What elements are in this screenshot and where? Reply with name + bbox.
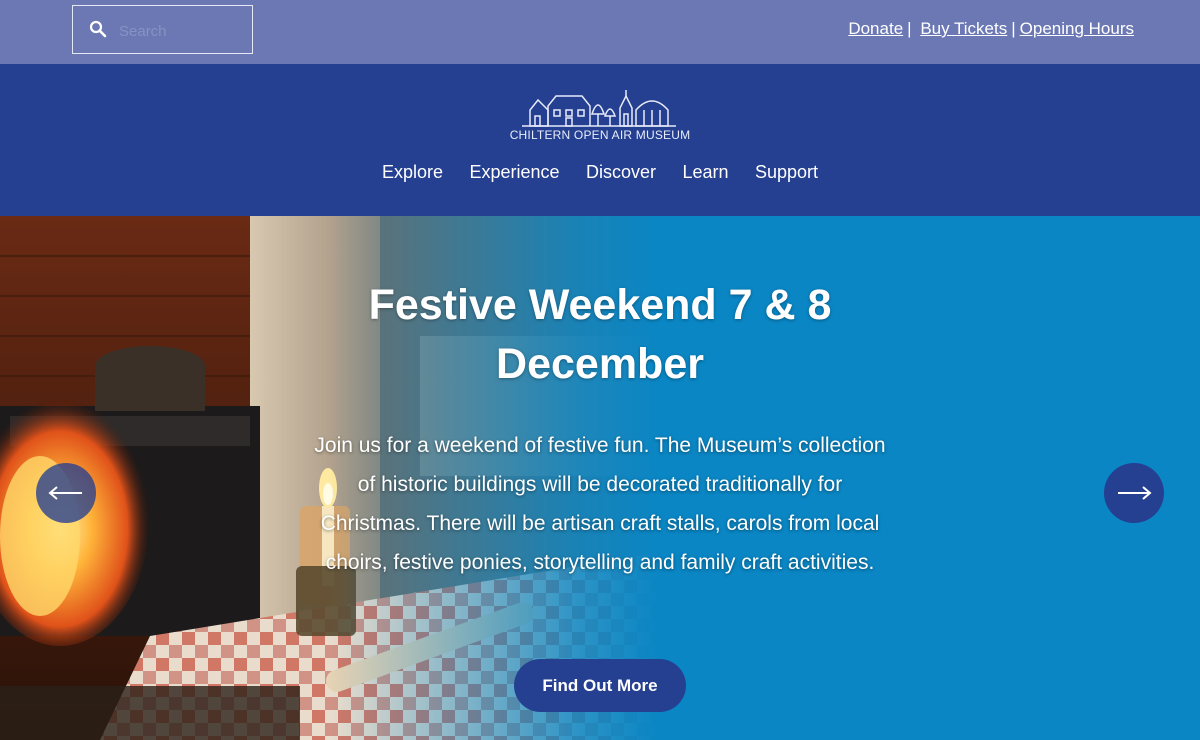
hero-description: Join us for a weekend of festive fun. Th…: [314, 434, 886, 574]
utility-links: Donate | Buy Tickets | Opening Hours: [848, 19, 1134, 41]
slider-next-button[interactable]: [1104, 463, 1164, 523]
link-separator: |: [1011, 19, 1016, 38]
site-header: CHILTERN OPEN AIR MUSEUM Explore Experie…: [0, 64, 1200, 216]
nav-experience[interactable]: Experience: [469, 162, 559, 183]
slider-prev-button[interactable]: [36, 463, 96, 523]
search-input[interactable]: [117, 17, 251, 45]
hero-content: Festive Weekend 7 & 8 December Join us f…: [300, 276, 900, 582]
hero-slider: Festive Weekend 7 & 8 December Join us f…: [0, 216, 1200, 740]
logo-text: CHILTERN OPEN AIR MUSEUM: [509, 128, 691, 142]
search-box[interactable]: [72, 5, 253, 54]
arrow-left-icon: [48, 486, 82, 500]
main-nav: Explore Experience Discover Learn Suppor…: [0, 162, 1200, 183]
nav-learn[interactable]: Learn: [682, 162, 728, 183]
arrow-right-icon: [1118, 486, 1152, 500]
buy-tickets-link[interactable]: Buy Tickets: [920, 19, 1007, 38]
search-icon[interactable]: [89, 20, 107, 38]
nav-support[interactable]: Support: [755, 162, 818, 183]
hero-title: Festive Weekend 7 & 8 December: [368, 281, 832, 388]
opening-hours-link[interactable]: Opening Hours: [1020, 19, 1134, 38]
nav-explore[interactable]: Explore: [382, 162, 443, 183]
donate-link[interactable]: Donate: [848, 19, 903, 38]
village-logo-icon: [522, 90, 676, 127]
find-out-more-button[interactable]: Find Out More: [514, 659, 686, 712]
nav-discover[interactable]: Discover: [586, 162, 656, 183]
museum-logo[interactable]: CHILTERN OPEN AIR MUSEUM: [508, 86, 692, 146]
link-separator: |: [907, 19, 912, 38]
utility-bar: Donate| Buy Tickets|Opening Hours: [0, 0, 1200, 64]
